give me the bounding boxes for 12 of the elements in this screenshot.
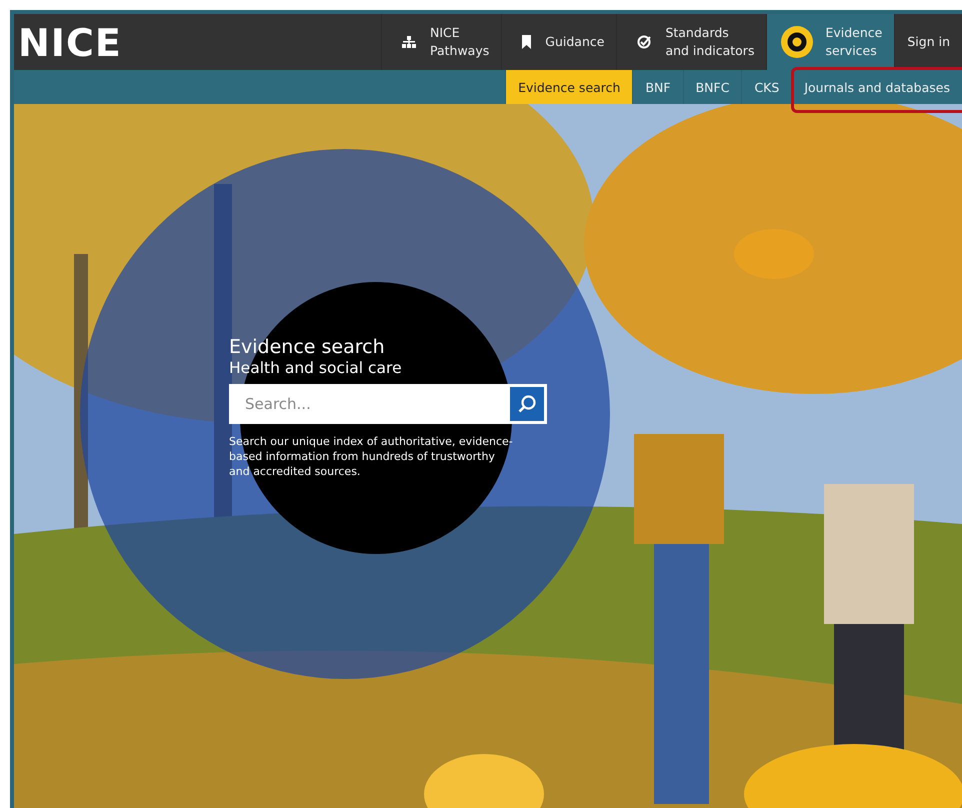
- bookmark-icon: [522, 35, 532, 49]
- hierarchy-icon: [402, 36, 416, 48]
- search-title: Evidence search: [229, 336, 385, 358]
- ring-icon: [781, 26, 814, 58]
- nice-logo[interactable]: NICE: [14, 19, 122, 65]
- subnav-tab[interactable]: Evidence search: [505, 70, 632, 104]
- nav-link[interactable]: Evidence services: [766, 14, 894, 70]
- check-circle-icon: [637, 35, 652, 49]
- search-field[interactable]: Search...: [229, 384, 507, 424]
- search-icon: [517, 394, 537, 414]
- search-subtitle: Health and social care: [229, 358, 402, 378]
- search-button[interactable]: [507, 384, 547, 424]
